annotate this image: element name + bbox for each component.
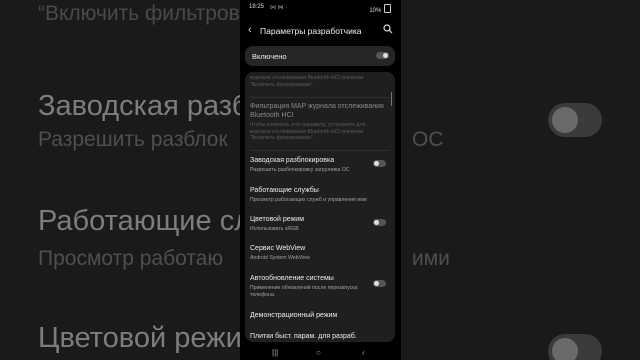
bg-item3-title: Цветовой режи [38, 322, 242, 354]
list-item-title: Цветовой режим [250, 216, 305, 223]
master-switch-row[interactable]: Включено [245, 46, 395, 66]
list-item-title: Фильтрация MAP журнала отслеживания Blue… [250, 103, 384, 119]
battery-icon [384, 4, 391, 13]
battery-indicator: 10% [369, 4, 391, 14]
status-bar: 18:25 ⋈ ⋈ · 10% [240, 0, 401, 14]
bg-item2-sub: Просмотр работаю [38, 247, 224, 270]
list-item-title: Автообновление системы [250, 275, 334, 282]
bg-toggle-1 [548, 103, 602, 137]
battery-text: 10% [369, 8, 382, 14]
search-icon[interactable] [383, 24, 393, 34]
recents-icon[interactable]: ||| [272, 348, 278, 357]
list-item-oem-unlock[interactable]: Заводская разблокировка Разрешить разбло… [245, 152, 395, 180]
list-item-sub: Android System WebView [250, 255, 310, 261]
settings-list: журнала отслеживания Bluetooth HCI значе… [245, 72, 395, 342]
list-item-sub: Разрешить разблокировку загрузчика ОС [250, 167, 350, 173]
nav-bar: ||| ○ ‹ [240, 346, 401, 360]
list-item-auto-update[interactable]: Автообновление системы Применение обновл… [245, 270, 395, 304]
page-title: Параметры разработчика [260, 26, 362, 36]
list-item-dev-tiles[interactable]: Плитки быст. парам. для разраб. [245, 331, 395, 342]
list-item-title: Работающие службы [250, 187, 319, 194]
list-item-demo-mode[interactable]: Демонстрационный режим [245, 308, 395, 326]
color-mode-toggle[interactable] [373, 219, 386, 226]
bg-item2-title: Работающие сл [38, 205, 252, 237]
list-item-title: Сервис WebView [250, 245, 306, 252]
oem-unlock-toggle[interactable] [373, 160, 386, 167]
bg-item1-title: Заводская разб [38, 90, 249, 122]
list-item-map-filter: Фильтрация MAP журнала отслеживания Blue… [245, 98, 395, 150]
list-item-running-services[interactable]: Работающие службы Просмотр работающих сл… [245, 182, 395, 210]
home-icon[interactable]: ○ [316, 348, 321, 357]
phone-screen: 18:25 ⋈ ⋈ · 10% ‹ Параметры разработчика… [240, 0, 401, 360]
status-time: 18:25 [249, 4, 265, 10]
auto-update-toggle[interactable] [373, 280, 386, 287]
bg-item1-sub-end: ОС [412, 128, 444, 151]
list-item-sub: Чтобы изменить этот параметр, установите… [250, 122, 366, 141]
list-item-sub: журнала отслеживания Bluetooth HCI значе… [250, 75, 364, 88]
list-item-sub: Использовать sRGB [250, 226, 299, 232]
list-item-title: Заводская разблокировка [250, 157, 335, 164]
list-item-sub: Применение обновлений после перезапуска … [250, 285, 358, 298]
bg-item2-sub-end: ими [412, 247, 450, 270]
app-header: ‹ Параметры разработчика [240, 22, 401, 42]
list-item-snoop-filter: журнала отслеживания Bluetooth HCI значе… [245, 72, 395, 96]
bg-item1-sub: Разрешить разблок [38, 128, 228, 151]
bg-toggle-3 [548, 334, 602, 360]
list-item-title: Демонстрационный режим [250, 312, 338, 319]
list-item-color-mode[interactable]: Цветовой режим Использовать sRGB [245, 211, 395, 239]
nav-back-icon[interactable]: ‹ [362, 348, 365, 357]
list-item-title: Плитки быст. парам. для разраб. [250, 333, 357, 340]
list-item-webview[interactable]: Сервис WebView Android System WebView [245, 240, 395, 268]
list-item-sub: Просмотр работающих служб и управление и… [250, 197, 367, 203]
notification-icons: ⋈ ⋈ · [270, 5, 288, 11]
master-switch-label: Включено [252, 52, 287, 61]
master-toggle[interactable] [376, 52, 389, 59]
back-arrow-icon[interactable]: ‹ [248, 24, 252, 36]
bg-item-top: “Включить фильтров [38, 2, 240, 25]
